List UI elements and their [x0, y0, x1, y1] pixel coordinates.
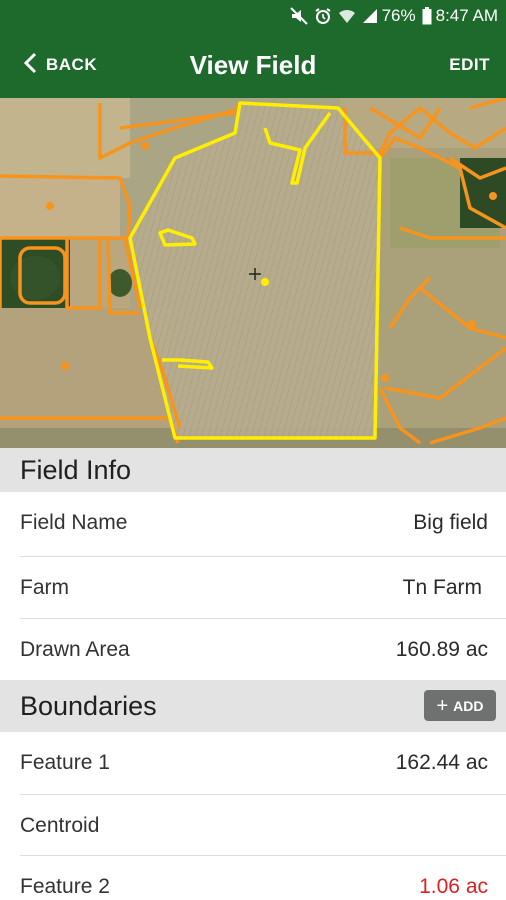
feature-1-label: Feature 1: [20, 751, 110, 774]
back-label: BACK: [46, 55, 98, 74]
field-name-value: Big field: [413, 511, 488, 534]
farm-row: Farm Tn Farm: [0, 557, 506, 619]
feature-2-row[interactable]: Feature 2 1.06 ac: [0, 856, 506, 900]
edit-button[interactable]: EDIT: [449, 32, 490, 98]
field-info-header: Field Info: [0, 448, 506, 492]
farm-value: Tn Farm: [402, 576, 482, 599]
feature-2-value: 1.06 ac: [419, 875, 488, 898]
add-label: ADD: [453, 697, 484, 714]
field-name-label: Field Name: [20, 511, 128, 534]
wifi-icon: [338, 7, 356, 25]
chevron-left-icon: [22, 52, 46, 79]
status-bar: 76% 8:47 AM: [0, 0, 506, 32]
field-name-row: Field Name Big field: [0, 492, 506, 554]
clock: 8:47 AM: [435, 6, 498, 25]
centroid-label: Centroid: [20, 814, 100, 837]
back-button[interactable]: BACK: [22, 32, 97, 98]
alarm-icon: [314, 7, 332, 25]
add-boundary-button[interactable]: + ADD: [424, 690, 496, 721]
drawn-area-value: 160.89 ac: [395, 638, 488, 661]
drawn-area-row: Drawn Area 160.89 ac: [0, 619, 506, 681]
field-info-title: Field Info: [20, 454, 132, 485]
farm-label: Farm: [20, 576, 69, 599]
boundaries-title: Boundaries: [20, 690, 157, 721]
battery-percent: 76%: [381, 6, 416, 25]
centroid-row[interactable]: Centroid: [0, 795, 506, 857]
boundaries-header: Boundaries + ADD: [0, 680, 506, 732]
app-bar: BACK View Field EDIT: [0, 32, 506, 98]
signal-icon: [362, 8, 378, 24]
feature-1-value: 162.44 ac: [395, 751, 488, 774]
mute-icon: [289, 7, 308, 25]
feature-1-row[interactable]: Feature 1 162.44 ac: [0, 732, 506, 794]
drawn-area-label: Drawn Area: [20, 638, 130, 661]
plus-icon: +: [436, 694, 449, 717]
battery-icon: [422, 7, 432, 25]
feature-2-label: Feature 2: [20, 875, 110, 898]
field-map[interactable]: [0, 98, 506, 448]
